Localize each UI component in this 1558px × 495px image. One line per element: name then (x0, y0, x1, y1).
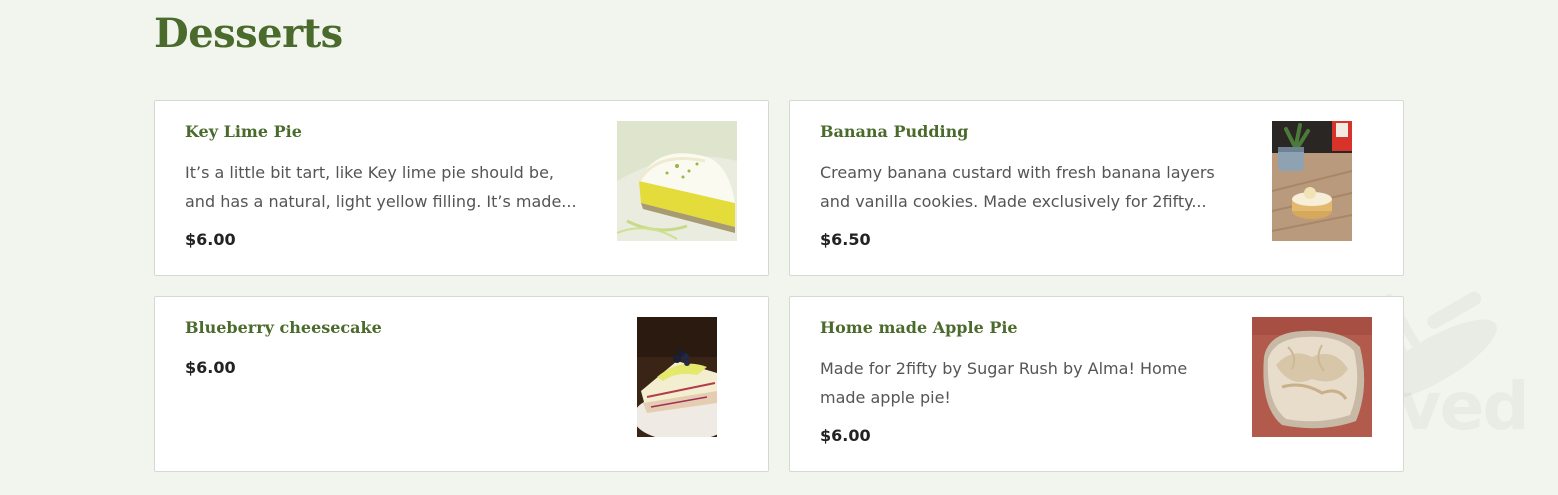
key-lime-pie-photo-icon[interactable] (617, 121, 737, 241)
menu-item-description: Made for 2fifty by Sugar Rush by Alma! H… (820, 359, 1188, 407)
menu-item-card-blueberry-cheesecake[interactable]: Blueberry cheesecake $6.00 (154, 296, 769, 472)
menu-item-price: $6.00 (185, 358, 236, 377)
menu-item-name[interactable]: Home made Apple Pie (820, 318, 1018, 337)
menu-item-description: It’s a little bit tart, like Key lime pi… (185, 163, 577, 211)
menu-item-card-apple-pie[interactable]: Home made Apple Pie Made for 2fifty by S… (789, 296, 1404, 472)
menu-item-card-banana-pudding[interactable]: Banana Pudding Creamy banana custard wit… (789, 100, 1404, 276)
menu-item-name[interactable]: Banana Pudding (820, 122, 968, 141)
menu-item-description: Creamy banana custard with fresh banana … (820, 163, 1215, 211)
menu-item-price: $6.00 (185, 230, 236, 249)
menu-item-name[interactable]: Blueberry cheesecake (185, 318, 382, 337)
menu-item-name[interactable]: Key Lime Pie (185, 122, 302, 141)
banana-pudding-photo-icon[interactable] (1272, 121, 1352, 241)
menu-item-price: $6.00 (820, 426, 871, 445)
menu-item-card-key-lime-pie[interactable]: Key Lime Pie It’s a little bit tart, lik… (154, 100, 769, 276)
blueberry-cheesecake-photo-icon[interactable] (637, 317, 717, 437)
section-title: Desserts (154, 10, 343, 57)
menu-item-price: $6.50 (820, 230, 871, 249)
apple-pie-photo-icon[interactable] (1252, 317, 1372, 437)
